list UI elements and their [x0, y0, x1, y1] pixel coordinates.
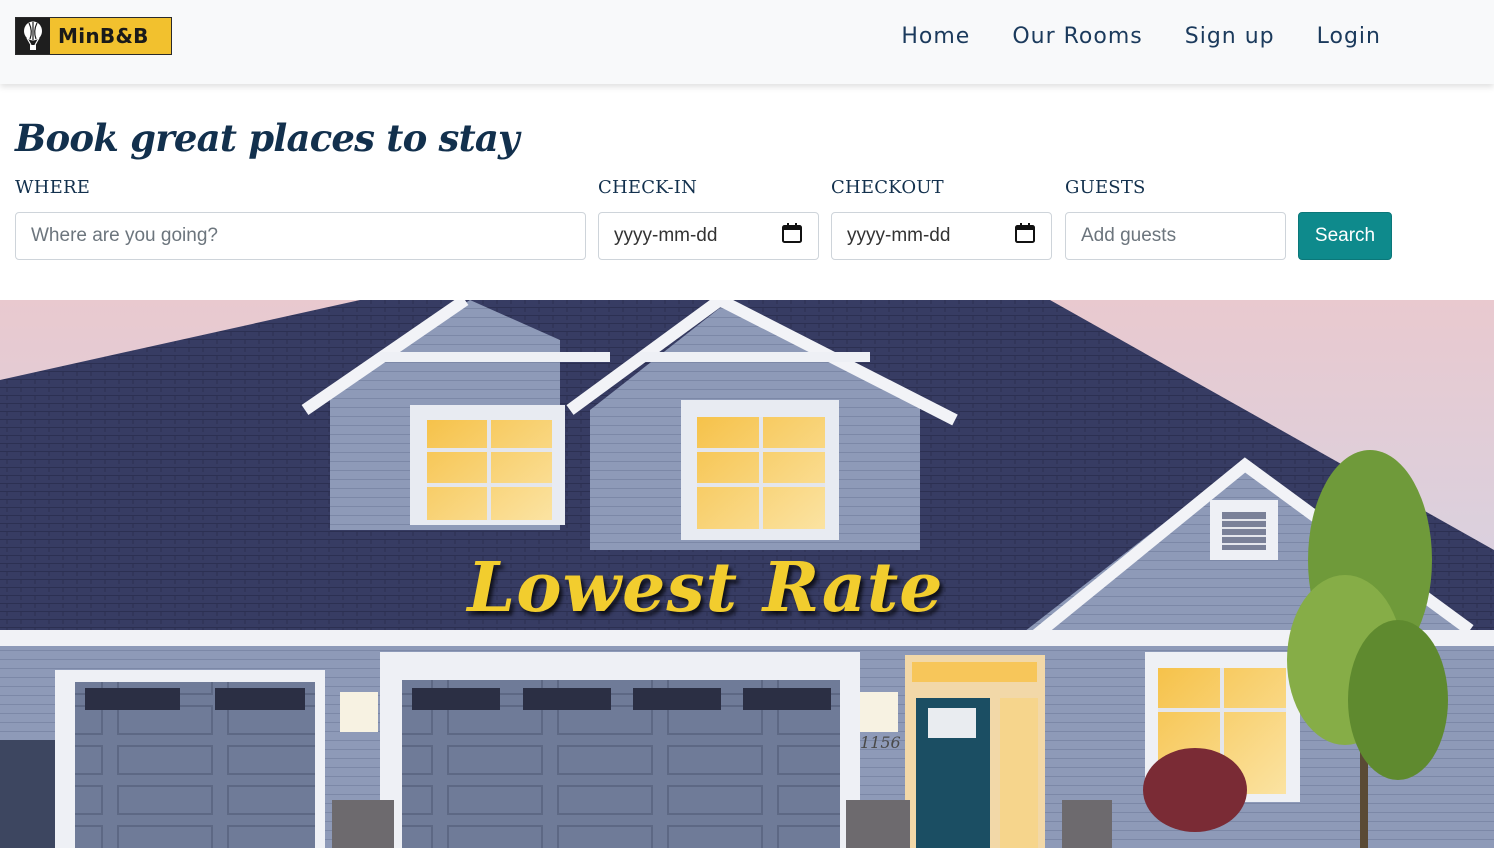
- calendar-icon[interactable]: [781, 222, 803, 250]
- svg-text:1156: 1156: [860, 733, 901, 752]
- guests-input[interactable]: Add guests: [1065, 212, 1286, 260]
- where-label: WHERE: [15, 177, 91, 198]
- checkin-label: CHECK-IN: [598, 177, 698, 198]
- hero-banner: 1156 Lowest Rate: [0, 300, 1494, 848]
- hot-air-balloon-icon: [16, 18, 50, 54]
- hero-title: Lowest Rate: [467, 548, 944, 628]
- nav-link-login[interactable]: Login: [1317, 22, 1381, 52]
- guests-label: GUESTS: [1065, 177, 1146, 198]
- nav-link-home[interactable]: Home: [901, 22, 970, 52]
- checkout-label: CHECKOUT: [831, 177, 944, 198]
- checkout-date-input[interactable]: yyyy-mm-dd: [831, 212, 1052, 260]
- main-nav: Home Our Rooms Sign up Login: [901, 22, 1381, 52]
- nav-link-sign-up[interactable]: Sign up: [1185, 22, 1275, 52]
- brand-logo[interactable]: MinB&B: [15, 17, 172, 55]
- where-input[interactable]: Where are you going?: [15, 212, 586, 260]
- guests-placeholder: Add guests: [1081, 225, 1177, 246]
- navbar: MinB&B Home Our Rooms Sign up Login: [0, 0, 1494, 84]
- checkin-date-value: yyyy-mm-dd: [614, 225, 718, 246]
- nav-link-our-rooms[interactable]: Our Rooms: [1012, 22, 1142, 52]
- where-placeholder: Where are you going?: [31, 225, 218, 246]
- brand-name: MinB&B: [58, 24, 149, 48]
- checkin-date-input[interactable]: yyyy-mm-dd: [598, 212, 819, 260]
- page-headline: Book great places to stay: [15, 116, 520, 160]
- search-button[interactable]: Search: [1298, 212, 1392, 260]
- calendar-icon[interactable]: [1014, 222, 1036, 250]
- checkout-date-value: yyyy-mm-dd: [847, 225, 951, 246]
